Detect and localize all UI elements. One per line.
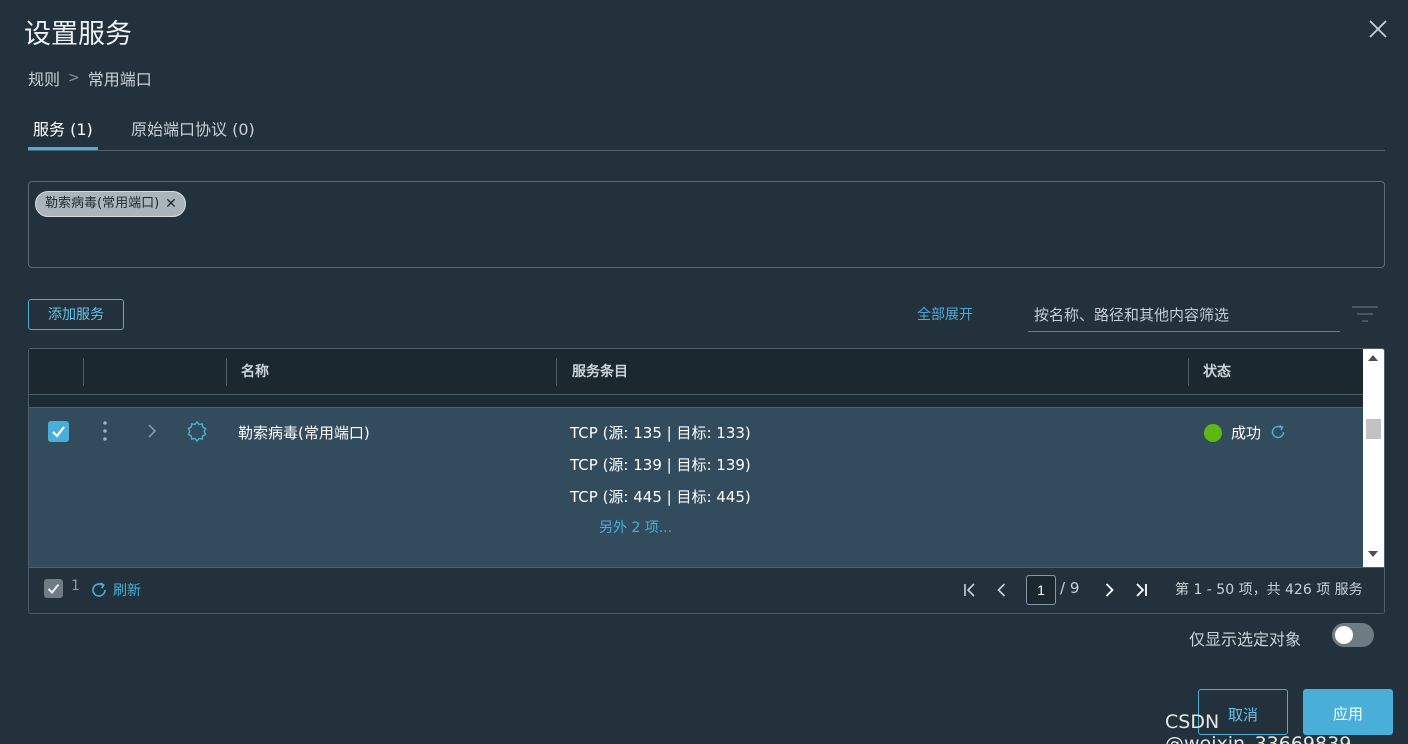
column-divider: [1188, 358, 1189, 386]
dialog-title: 设置服务: [24, 19, 132, 50]
scroll-up-icon[interactable]: [1368, 355, 1378, 361]
breadcrumb-item-common-ports: 常用端口: [87, 70, 152, 89]
status-success-icon: [1204, 424, 1222, 442]
watermark: CSDN @weixin_33669839: [1165, 711, 1352, 744]
filter-input[interactable]: [1028, 299, 1340, 332]
selected-service-chip: 勒索病毒(常用端口) ✕: [35, 191, 186, 217]
expand-all-link[interactable]: 全部展开: [917, 304, 973, 324]
vertical-scrollbar[interactable]: [1363, 349, 1384, 567]
column-divider: [226, 358, 227, 386]
chip-label: 勒索病毒(常用端口): [45, 196, 160, 211]
only-selected-toggle[interactable]: [1332, 623, 1374, 647]
service-entry: TCP (源: 445 | 目标: 445): [570, 488, 751, 506]
column-header-entries[interactable]: 服务条目: [572, 361, 628, 381]
column-divider: [83, 358, 84, 386]
toggle-knob: [1335, 626, 1353, 644]
row-actions-icon[interactable]: [102, 420, 108, 442]
status-refresh-icon[interactable]: [1269, 423, 1287, 441]
next-page-icon[interactable]: [1101, 582, 1117, 598]
selected-services-box: 勒索病毒(常用端口) ✕: [28, 181, 1385, 268]
service-entry: TCP (源: 139 | 目标: 139): [570, 456, 751, 474]
breadcrumb: 规则 > 常用端口: [28, 66, 152, 90]
scroll-thumb[interactable]: [1366, 419, 1381, 439]
breadcrumb-item-rules[interactable]: 规则: [28, 66, 60, 90]
pagination-range: 第 1 - 50 项，共 426 项 服务: [1175, 582, 1363, 598]
status-text: 成功: [1231, 424, 1262, 442]
service-name: 勒索病毒(常用端口): [238, 424, 370, 442]
breadcrumb-separator: >: [68, 70, 80, 86]
selected-count: 1: [71, 578, 80, 594]
chevron-right-icon[interactable]: [145, 422, 159, 440]
page-number-input[interactable]: [1026, 575, 1056, 605]
services-table: 名称 服务条目 状态 勒索病毒(常用端口) TCP (源: 135 | 目标: …: [28, 348, 1385, 614]
page-total: / 9: [1060, 579, 1080, 597]
column-header-status[interactable]: 状态: [1203, 361, 1231, 381]
tab-services[interactable]: 服务 (1): [28, 118, 98, 150]
filter-icon[interactable]: [1351, 305, 1379, 323]
tab-bar: 服务 (1) 原始端口协议 (0): [28, 118, 1385, 151]
selected-count-checkbox-icon: [44, 579, 63, 598]
refresh-icon[interactable]: [90, 581, 108, 599]
row-checkbox[interactable]: [48, 421, 69, 442]
service-icon: [187, 420, 207, 442]
refresh-button[interactable]: 刷新: [113, 580, 141, 600]
remove-chip-icon[interactable]: ✕: [165, 192, 177, 216]
column-header-name[interactable]: 名称: [241, 361, 269, 381]
only-selected-label: 仅显示选定对象: [1189, 630, 1302, 649]
table-footer: 1 刷新 / 9 第 1 - 50 项，共 426 项 服务: [29, 567, 1384, 613]
add-service-button[interactable]: 添加服务: [28, 299, 124, 330]
last-page-icon[interactable]: [1133, 582, 1149, 598]
service-entry: TCP (源: 135 | 目标: 133): [570, 424, 751, 442]
first-page-icon[interactable]: [962, 582, 978, 598]
table-row[interactable]: 勒索病毒(常用端口) TCP (源: 135 | 目标: 133) TCP (源…: [29, 407, 1363, 567]
tab-raw-port-protocols[interactable]: 原始端口协议 (0): [131, 118, 255, 150]
scroll-down-icon[interactable]: [1368, 551, 1378, 557]
close-icon[interactable]: [1366, 17, 1390, 41]
column-divider: [556, 358, 557, 386]
table-header: 名称 服务条目 状态: [29, 349, 1363, 395]
previous-page-icon[interactable]: [994, 582, 1010, 598]
more-entries-link[interactable]: 另外 2 项...: [599, 517, 672, 537]
